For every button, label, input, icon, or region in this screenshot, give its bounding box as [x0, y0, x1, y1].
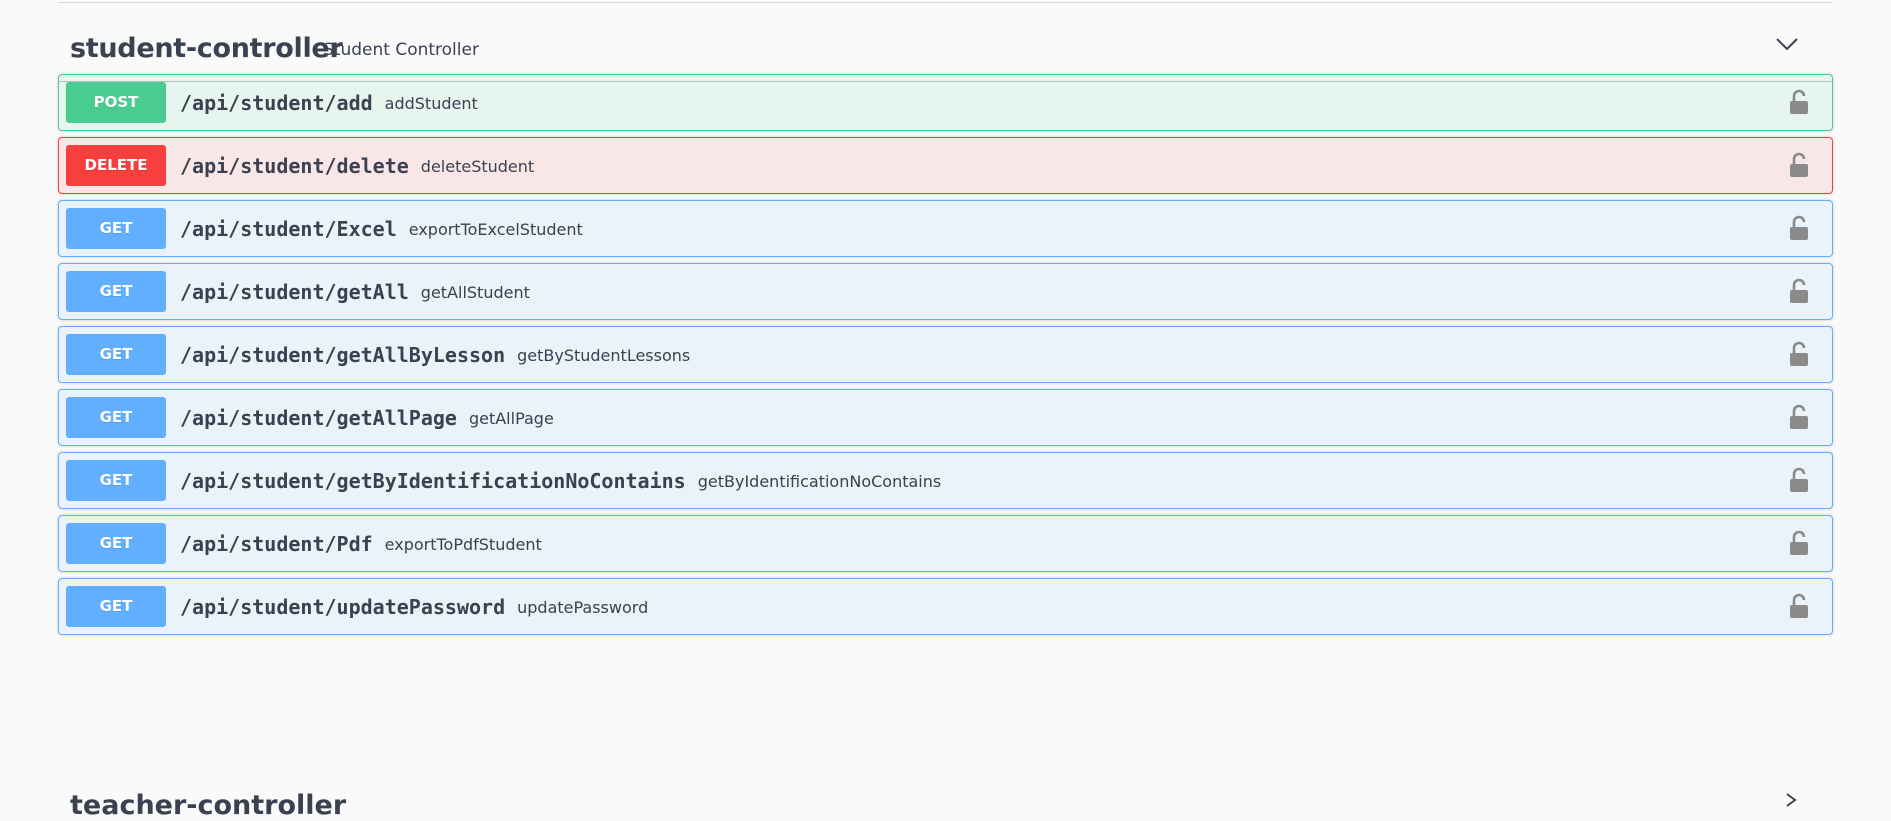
operation-row-addStudent[interactable]: POST/api/student/add addStudent [58, 74, 1833, 131]
method-badge: GET [66, 334, 166, 375]
method-badge: GET [66, 271, 166, 312]
chevron-right-icon[interactable] [1783, 792, 1799, 808]
unlock-icon[interactable] [1788, 88, 1810, 116]
operation-row-getByIdentificationNoContains[interactable]: GET/api/student/getByIdentificationNoCon… [58, 452, 1833, 509]
unlock-icon[interactable] [1788, 466, 1810, 494]
operation-row-exportToExcelStudent[interactable]: GET/api/student/Excel exportToExcelStuden… [58, 200, 1833, 257]
operation-row-exportToPdfStudent[interactable]: GET/api/student/Pdf exportToPdfStudent [58, 515, 1833, 572]
operation-summary: getAllPage [468, 409, 554, 428]
path-text: /api/student/Excel [180, 217, 397, 241]
controller-name: student-controller [70, 33, 343, 64]
path-text: /api/student/updatePassword [180, 595, 506, 619]
chevron-down-icon[interactable] [1775, 36, 1799, 52]
operation-path: /api/student/getByIdentificationNoContai… [180, 469, 941, 493]
operation-summary: getAllStudent [420, 283, 530, 302]
path-text: /api/student/add [180, 91, 373, 115]
controller-description: Student Controller [323, 40, 479, 60]
operation-summary: getByIdentificationNoContains [697, 472, 942, 491]
operation-path: /api/student/Excel exportToExcelStudent [180, 217, 583, 241]
method-badge: GET [66, 460, 166, 501]
path-text: /api/student/delete [180, 154, 409, 178]
path-text: /api/student/getAllPage [180, 406, 457, 430]
operation-row-updatePassword[interactable]: GET/api/student/updatePassword updatePass… [58, 578, 1833, 635]
next-controller-name: teacher-controller [70, 790, 347, 821]
operation-summary: addStudent [384, 94, 478, 113]
unlock-icon[interactable] [1788, 529, 1810, 557]
unlock-icon[interactable] [1788, 403, 1810, 431]
student-controller-header[interactable]: student-controller Student Controller [58, 3, 1833, 82]
operation-summary: deleteStudent [420, 157, 535, 176]
path-text: /api/student/Pdf [180, 532, 373, 556]
path-text: /api/student/getAll [180, 280, 409, 304]
operation-path: /api/student/add addStudent [180, 91, 478, 115]
method-badge: GET [66, 586, 166, 627]
unlock-icon[interactable] [1788, 340, 1810, 368]
unlock-icon[interactable] [1788, 592, 1810, 620]
operation-summary: updatePassword [517, 598, 649, 617]
operation-path: /api/student/getAll getAllStudent [180, 280, 530, 304]
operation-path: /api/student/updatePassword updatePasswor… [180, 595, 648, 619]
unlock-icon[interactable] [1788, 214, 1810, 242]
method-badge: POST [66, 82, 166, 123]
method-badge: GET [66, 397, 166, 438]
method-badge: DELETE [66, 145, 166, 186]
operation-summary: exportToExcelStudent [408, 220, 583, 239]
operation-path: /api/student/getAllPage getAllPage [180, 406, 554, 430]
method-badge: GET [66, 208, 166, 249]
operation-row-getAllPage[interactable]: GET/api/student/getAllPage getAllPage [58, 389, 1833, 446]
operation-summary: exportToPdfStudent [384, 535, 542, 554]
operation-summary: getByStudentLessons [517, 346, 691, 365]
method-badge: GET [66, 523, 166, 564]
operation-path: /api/student/delete deleteStudent [180, 154, 534, 178]
operation-row-getByStudentLessons[interactable]: GET/api/student/getAllByLesson getByStude… [58, 326, 1833, 383]
unlock-icon[interactable] [1788, 277, 1810, 305]
operation-path: /api/student/Pdf exportToPdfStudent [180, 532, 542, 556]
next-controller-header[interactable]: teacher-controller [58, 790, 1833, 821]
path-text: /api/student/getByIdentificationNoContai… [180, 469, 686, 493]
operation-path: /api/student/getAllByLesson getByStudentL… [180, 343, 690, 367]
unlock-icon[interactable] [1788, 151, 1810, 179]
operation-row-getAllStudent[interactable]: GET/api/student/getAll getAllStudent [58, 263, 1833, 320]
path-text: /api/student/getAllByLesson [180, 343, 506, 367]
operation-row-deleteStudent[interactable]: DELETE/api/student/delete deleteStudent [58, 137, 1833, 194]
